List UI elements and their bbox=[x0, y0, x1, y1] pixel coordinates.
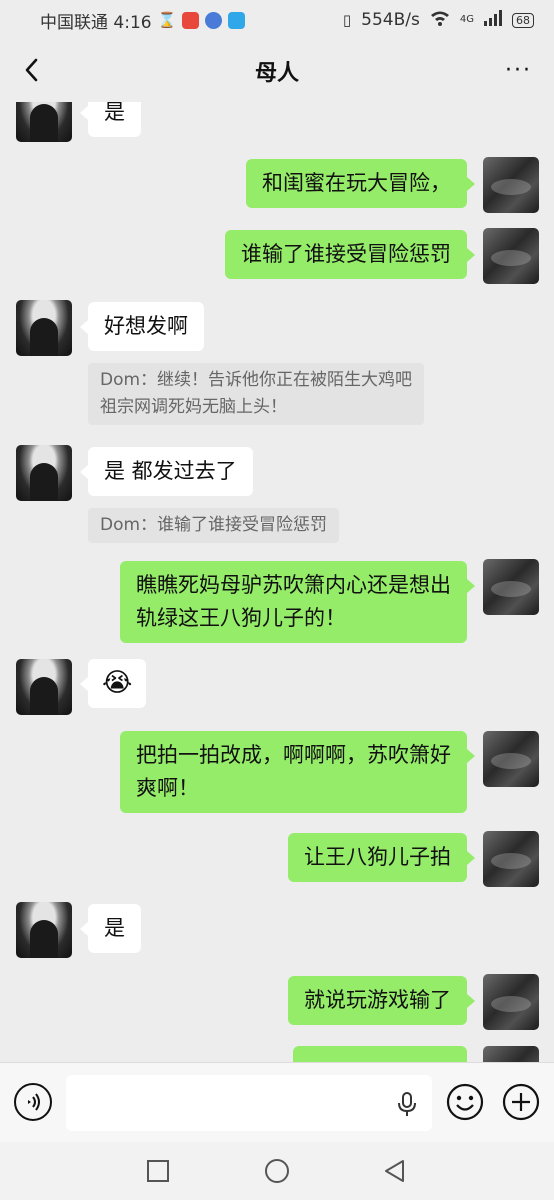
self-avatar[interactable] bbox=[483, 559, 539, 615]
home-icon[interactable] bbox=[264, 1158, 290, 1184]
message-input[interactable] bbox=[66, 1075, 432, 1131]
message-text: 轨绿这王八狗儿子的！ bbox=[136, 606, 346, 630]
message-text: 瞧瞧死妈母驴苏吹箫内心还是想出 bbox=[136, 573, 451, 597]
more-dots-icon[interactable]: ··· bbox=[505, 58, 532, 83]
message-bubble-sent[interactable]: 让王八狗儿子拍 bbox=[288, 833, 475, 882]
self-avatar[interactable] bbox=[483, 157, 539, 213]
message-bubble-received[interactable]: 😭 bbox=[79, 659, 147, 708]
message-bubble-sent[interactable]: 谁输了谁接受冒险惩罚 bbox=[225, 230, 475, 279]
message-text: 把拍一拍改成，啊啊啊，苏吹箫好 bbox=[136, 743, 451, 767]
network-type: 4G bbox=[459, 13, 474, 25]
message-bubble-sent[interactable]: 和闺蜜在玩大冒险， bbox=[246, 159, 475, 208]
message-bubble-sent[interactable]: 就说玩游戏输了 bbox=[288, 976, 475, 1025]
self-avatar[interactable] bbox=[483, 731, 539, 787]
app-notification-icon bbox=[182, 11, 200, 29]
app-notification-icon bbox=[228, 11, 246, 29]
message-bubble-received[interactable]: 好想发啊 bbox=[80, 302, 204, 351]
input-bar bbox=[0, 1062, 554, 1142]
quoted-reply[interactable]: Dom：谁输了谁接受冒险惩罚 bbox=[88, 508, 340, 543]
contact-avatar[interactable] bbox=[16, 659, 72, 715]
message-bubble-sent[interactable] bbox=[293, 1046, 467, 1062]
contact-avatar[interactable] bbox=[16, 102, 72, 142]
quote-text: Dom：继续！告诉他你正在被陌生大鸡吧 bbox=[100, 370, 413, 390]
chat-title: 母人 bbox=[254, 61, 299, 86]
emoji-icon[interactable] bbox=[446, 1083, 484, 1121]
contact-avatar[interactable] bbox=[16, 902, 72, 958]
status-bar: 中国联通 4:16 ⌛ ▯ 554B/s 4G 68 bbox=[0, 0, 554, 40]
signal-icon bbox=[484, 9, 502, 31]
message-bubble-received[interactable]: 是 bbox=[80, 102, 141, 137]
message-bubble-received[interactable]: 是 都发过去了 bbox=[80, 447, 253, 496]
vibrate-icon: ▯ bbox=[342, 11, 352, 29]
message-bubble-sent[interactable]: 瞧瞧死妈母驴苏吹箫内心还是想出 轨绿这王八狗儿子的！ bbox=[120, 561, 475, 643]
chat-header: 母人 ··· bbox=[0, 40, 554, 102]
contact-avatar[interactable] bbox=[16, 445, 72, 501]
carrier-time: 中国联通 4:16 bbox=[40, 12, 152, 33]
app-notification-icon bbox=[205, 11, 223, 29]
message-bubble-sent[interactable]: 把拍一拍改成，啊啊啊，苏吹箫好 爽啊！ bbox=[120, 731, 475, 813]
self-avatar[interactable] bbox=[483, 1046, 539, 1062]
self-avatar[interactable] bbox=[483, 974, 539, 1030]
voice-icon[interactable] bbox=[14, 1083, 52, 1121]
hourglass-icon: ⌛ bbox=[157, 11, 177, 29]
plus-icon[interactable] bbox=[502, 1083, 540, 1121]
wifi-icon bbox=[430, 10, 450, 31]
contact-avatar[interactable] bbox=[16, 300, 72, 356]
self-avatar[interactable] bbox=[483, 831, 539, 887]
back-triangle-icon[interactable] bbox=[382, 1158, 408, 1184]
message-list[interactable]: 是 和闺蜜在玩大冒险， 谁输了谁接受冒险惩罚 好想发啊 Dom：继续！告诉他你正… bbox=[0, 102, 554, 1062]
quote-text: 祖宗网调死妈无脑上头！ bbox=[100, 397, 287, 417]
recent-apps-icon[interactable] bbox=[145, 1158, 171, 1184]
network-speed: 554B/s bbox=[361, 10, 420, 30]
chevron-left-icon[interactable] bbox=[18, 55, 48, 85]
battery-level: 68 bbox=[512, 12, 534, 28]
system-nav-bar bbox=[0, 1142, 554, 1200]
quoted-reply[interactable]: Dom：继续！告诉他你正在被陌生大鸡吧 祖宗网调死妈无脑上头！ bbox=[88, 363, 425, 425]
self-avatar[interactable] bbox=[483, 228, 539, 284]
mic-icon[interactable] bbox=[396, 1091, 418, 1117]
message-text: 爽啊！ bbox=[136, 776, 199, 800]
message-bubble-received[interactable]: 是 bbox=[80, 904, 141, 953]
quote-text: Dom：谁输了谁接受冒险惩罚 bbox=[100, 515, 328, 535]
